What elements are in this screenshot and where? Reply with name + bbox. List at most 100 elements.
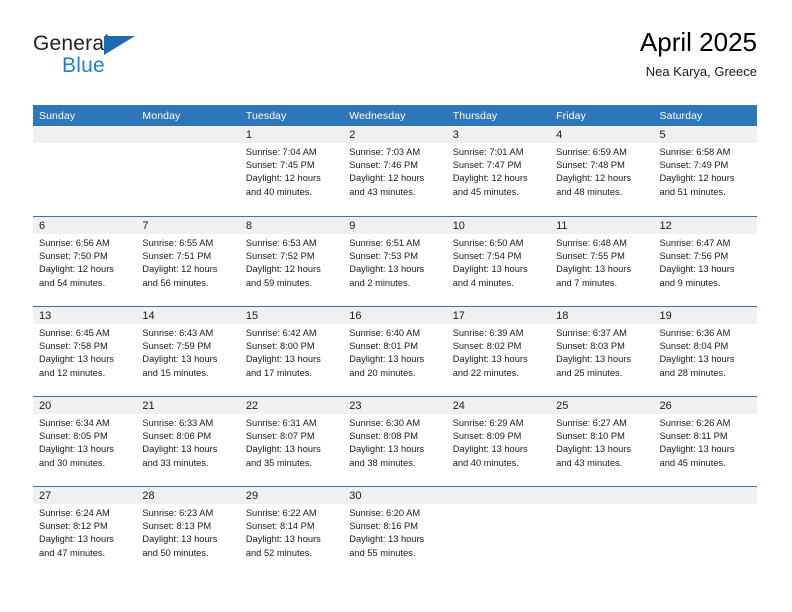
sunset-text: Sunset: 8:11 PM bbox=[659, 431, 728, 442]
day-number: 4 bbox=[550, 126, 654, 143]
day-details: Sunrise: 6:36 AM Sunset: 8:04 PM Daylight:… bbox=[654, 324, 757, 380]
day-number: 24 bbox=[446, 397, 551, 414]
daylight-text: and 56 minutes. bbox=[142, 277, 209, 288]
sunrise-text: Sunrise: 6:45 AM bbox=[39, 328, 110, 338]
daylight-text: and 17 minutes. bbox=[245, 367, 312, 378]
daylight-text: and 45 minutes. bbox=[452, 186, 519, 197]
daylight-text: and 38 minutes. bbox=[349, 457, 416, 468]
sunrise-text: Sunrise: 6:40 AM bbox=[349, 328, 421, 338]
weekday-header-friday: Friday bbox=[556, 109, 586, 122]
daylight-text: Daylight: 12 hours bbox=[142, 264, 218, 275]
calendar-day-cell[interactable]: 5 Sunrise: 6:58 AM Sunset: 7:49 PM Daylight… bbox=[653, 126, 757, 215]
calendar-day-cell[interactable]: 27 Sunrise: 6:24 AM Sunset: 8:12 PM Dayligh… bbox=[33, 487, 137, 576]
calendar-day-cell[interactable]: 15 Sunrise: 6:42 AM Sunset: 8:00 PM Dayligh… bbox=[239, 307, 344, 396]
calendar-day-cell[interactable]: 4 Sunrise: 6:59 AM Sunset: 7:48 PM Daylight… bbox=[550, 126, 654, 215]
day-number: 10 bbox=[446, 217, 551, 234]
calendar-day-cell[interactable]: 28 Sunrise: 6:23 AM Sunset: 8:13 PM Dayligh… bbox=[136, 487, 240, 576]
day-number: 30 bbox=[343, 487, 447, 504]
calendar-day-cell-empty bbox=[653, 487, 757, 576]
calendar-day-cell[interactable]: 23 Sunrise: 6:30 AM Sunset: 8:08 PM Dayligh… bbox=[343, 397, 447, 486]
daylight-text: and 25 minutes. bbox=[556, 367, 623, 378]
calendar-day-cell[interactable]: 11 Sunrise: 6:48 AM Sunset: 7:55 PM Dayligh… bbox=[550, 217, 654, 306]
daylight-text: Daylight: 13 hours bbox=[349, 264, 425, 275]
daylight-text: and 33 minutes. bbox=[142, 457, 209, 468]
daylight-text: and 54 minutes. bbox=[39, 277, 106, 288]
sunset-text: Sunset: 7:48 PM bbox=[556, 160, 625, 171]
weekday-header-row: Sunday Monday Tuesday Wednesday Thursday Frid… bbox=[33, 105, 757, 126]
daylight-text: Daylight: 13 hours bbox=[556, 264, 632, 275]
day-details: Sunrise: 6:51 AM Sunset: 7:53 PM Daylight:… bbox=[343, 234, 446, 290]
page-subtitle: Nea Karya, Greece bbox=[645, 64, 757, 79]
calendar-week-row: 6 Sunrise: 6:56 AM Sunset: 7:50 PM Daylight… bbox=[33, 216, 757, 306]
sunset-text: Sunset: 8:12 PM bbox=[39, 521, 108, 532]
calendar-day-cell[interactable]: 24 Sunrise: 6:29 AM Sunset: 8:09 PM Dayligh… bbox=[446, 397, 551, 486]
day-details bbox=[136, 143, 239, 146]
calendar-day-cell[interactable]: 9 Sunrise: 6:51 AM Sunset: 7:53 PM Daylight… bbox=[343, 217, 447, 306]
brand-name-blue: Blue bbox=[62, 54, 105, 77]
calendar-day-cell[interactable]: 1 Sunrise: 7:04 AM Sunset: 7:45 PM Daylight… bbox=[239, 126, 344, 215]
daylight-text: Daylight: 13 hours bbox=[245, 534, 321, 545]
day-details: Sunrise: 6:31 AM Sunset: 8:07 PM Daylight:… bbox=[240, 414, 343, 470]
sunset-text: Sunset: 7:54 PM bbox=[452, 251, 522, 262]
calendar-day-cell[interactable]: 30 Sunrise: 6:20 AM Sunset: 8:16 PM Dayligh… bbox=[343, 487, 447, 576]
calendar-page: General Blue April 2025 Nea Karya, Greec… bbox=[0, 0, 792, 612]
day-number: 27 bbox=[33, 487, 137, 504]
daylight-text: Daylight: 12 hours bbox=[349, 173, 425, 184]
calendar-day-cell[interactable]: 6 Sunrise: 6:56 AM Sunset: 7:50 PM Daylight… bbox=[33, 217, 137, 306]
calendar-day-cell-empty bbox=[446, 487, 551, 576]
day-details: Sunrise: 6:56 AM Sunset: 7:50 PM Daylight:… bbox=[33, 234, 136, 290]
calendar-day-cell[interactable]: 13 Sunrise: 6:45 AM Sunset: 7:58 PM Dayligh… bbox=[33, 307, 137, 396]
day-number: 18 bbox=[550, 307, 654, 324]
sunset-text: Sunset: 8:13 PM bbox=[142, 521, 212, 532]
calendar-day-cell[interactable]: 3 Sunrise: 7:01 AM Sunset: 7:47 PM Daylight… bbox=[446, 126, 551, 215]
sunrise-text: Sunrise: 7:04 AM bbox=[245, 147, 317, 157]
day-number: 8 bbox=[239, 217, 344, 234]
calendar-day-cell[interactable]: 20 Sunrise: 6:34 AM Sunset: 8:05 PM Dayligh… bbox=[33, 397, 137, 486]
daylight-text: Daylight: 13 hours bbox=[452, 444, 528, 455]
daylight-text: and 45 minutes. bbox=[659, 457, 726, 468]
calendar-day-cell[interactable]: 25 Sunrise: 6:27 AM Sunset: 8:10 PM Dayligh… bbox=[550, 397, 654, 486]
day-number bbox=[653, 487, 757, 504]
sunrise-text: Sunrise: 6:27 AM bbox=[556, 418, 627, 428]
sunset-text: Sunset: 7:46 PM bbox=[349, 160, 418, 171]
day-details: Sunrise: 6:43 AM Sunset: 7:59 PM Daylight:… bbox=[136, 324, 239, 380]
sunrise-text: Sunrise: 6:48 AM bbox=[556, 238, 627, 248]
calendar-day-cell[interactable]: 12 Sunrise: 6:47 AM Sunset: 7:56 PM Dayligh… bbox=[653, 217, 757, 306]
calendar-day-cell[interactable]: 17 Sunrise: 6:39 AM Sunset: 8:02 PM Dayligh… bbox=[446, 307, 551, 396]
calendar-day-cell[interactable]: 2 Sunrise: 7:03 AM Sunset: 7:46 PM Daylight… bbox=[343, 126, 447, 215]
day-details: Sunrise: 6:26 AM Sunset: 8:11 PM Daylight:… bbox=[654, 414, 757, 470]
day-number bbox=[136, 126, 240, 143]
brand-logo[interactable]: General Blue bbox=[33, 32, 163, 88]
calendar-day-cell[interactable]: 16 Sunrise: 6:40 AM Sunset: 8:01 PM Dayligh… bbox=[343, 307, 447, 396]
calendar-day-cell[interactable]: 29 Sunrise: 6:22 AM Sunset: 8:14 PM Dayligh… bbox=[239, 487, 344, 576]
day-number: 9 bbox=[343, 217, 447, 234]
calendar-day-cell[interactable]: 26 Sunrise: 6:26 AM Sunset: 8:11 PM Dayligh… bbox=[653, 397, 757, 486]
daylight-text: and 50 minutes. bbox=[142, 547, 209, 558]
sunrise-text: Sunrise: 7:01 AM bbox=[452, 147, 524, 157]
calendar-day-cell[interactable]: 21 Sunrise: 6:33 AM Sunset: 8:06 PM Dayligh… bbox=[136, 397, 240, 486]
daylight-text: Daylight: 12 hours bbox=[659, 173, 735, 184]
sunset-text: Sunset: 7:50 PM bbox=[39, 251, 108, 262]
day-details: Sunrise: 6:24 AM Sunset: 8:12 PM Daylight:… bbox=[33, 504, 136, 560]
calendar-day-cell[interactable]: 10 Sunrise: 6:50 AM Sunset: 7:54 PM Dayligh… bbox=[446, 217, 551, 306]
calendar-day-cell[interactable]: 22 Sunrise: 6:31 AM Sunset: 8:07 PM Dayligh… bbox=[239, 397, 344, 486]
calendar-day-cell[interactable]: 19 Sunrise: 6:36 AM Sunset: 8:04 PM Dayligh… bbox=[653, 307, 757, 396]
sunrise-text: Sunrise: 6:34 AM bbox=[39, 418, 110, 428]
calendar-day-cell[interactable]: 8 Sunrise: 6:53 AM Sunset: 7:52 PM Daylight… bbox=[239, 217, 344, 306]
sunrise-text: Sunrise: 6:55 AM bbox=[142, 238, 214, 248]
day-number: 23 bbox=[343, 397, 447, 414]
sunrise-text: Sunrise: 7:03 AM bbox=[349, 147, 421, 157]
day-number: 11 bbox=[550, 217, 654, 234]
calendar-day-cell[interactable]: 7 Sunrise: 6:55 AM Sunset: 7:51 PM Daylight… bbox=[136, 217, 240, 306]
daylight-text: and 43 minutes. bbox=[349, 186, 416, 197]
daylight-text: and 15 minutes. bbox=[142, 367, 209, 378]
day-details: Sunrise: 6:33 AM Sunset: 8:06 PM Daylight:… bbox=[136, 414, 239, 470]
sunrise-text: Sunrise: 6:24 AM bbox=[39, 508, 110, 518]
day-details: Sunrise: 6:23 AM Sunset: 8:13 PM Daylight:… bbox=[136, 504, 239, 560]
calendar-day-cell-empty bbox=[550, 487, 654, 576]
daylight-text: Daylight: 13 hours bbox=[39, 534, 114, 545]
calendar-day-cell[interactable]: 14 Sunrise: 6:43 AM Sunset: 7:59 PM Dayligh… bbox=[136, 307, 240, 396]
sunrise-text: Sunrise: 6:42 AM bbox=[245, 328, 317, 338]
calendar-day-cell[interactable]: 18 Sunrise: 6:37 AM Sunset: 8:03 PM Dayligh… bbox=[550, 307, 654, 396]
sunset-text: Sunset: 7:45 PM bbox=[245, 160, 315, 171]
